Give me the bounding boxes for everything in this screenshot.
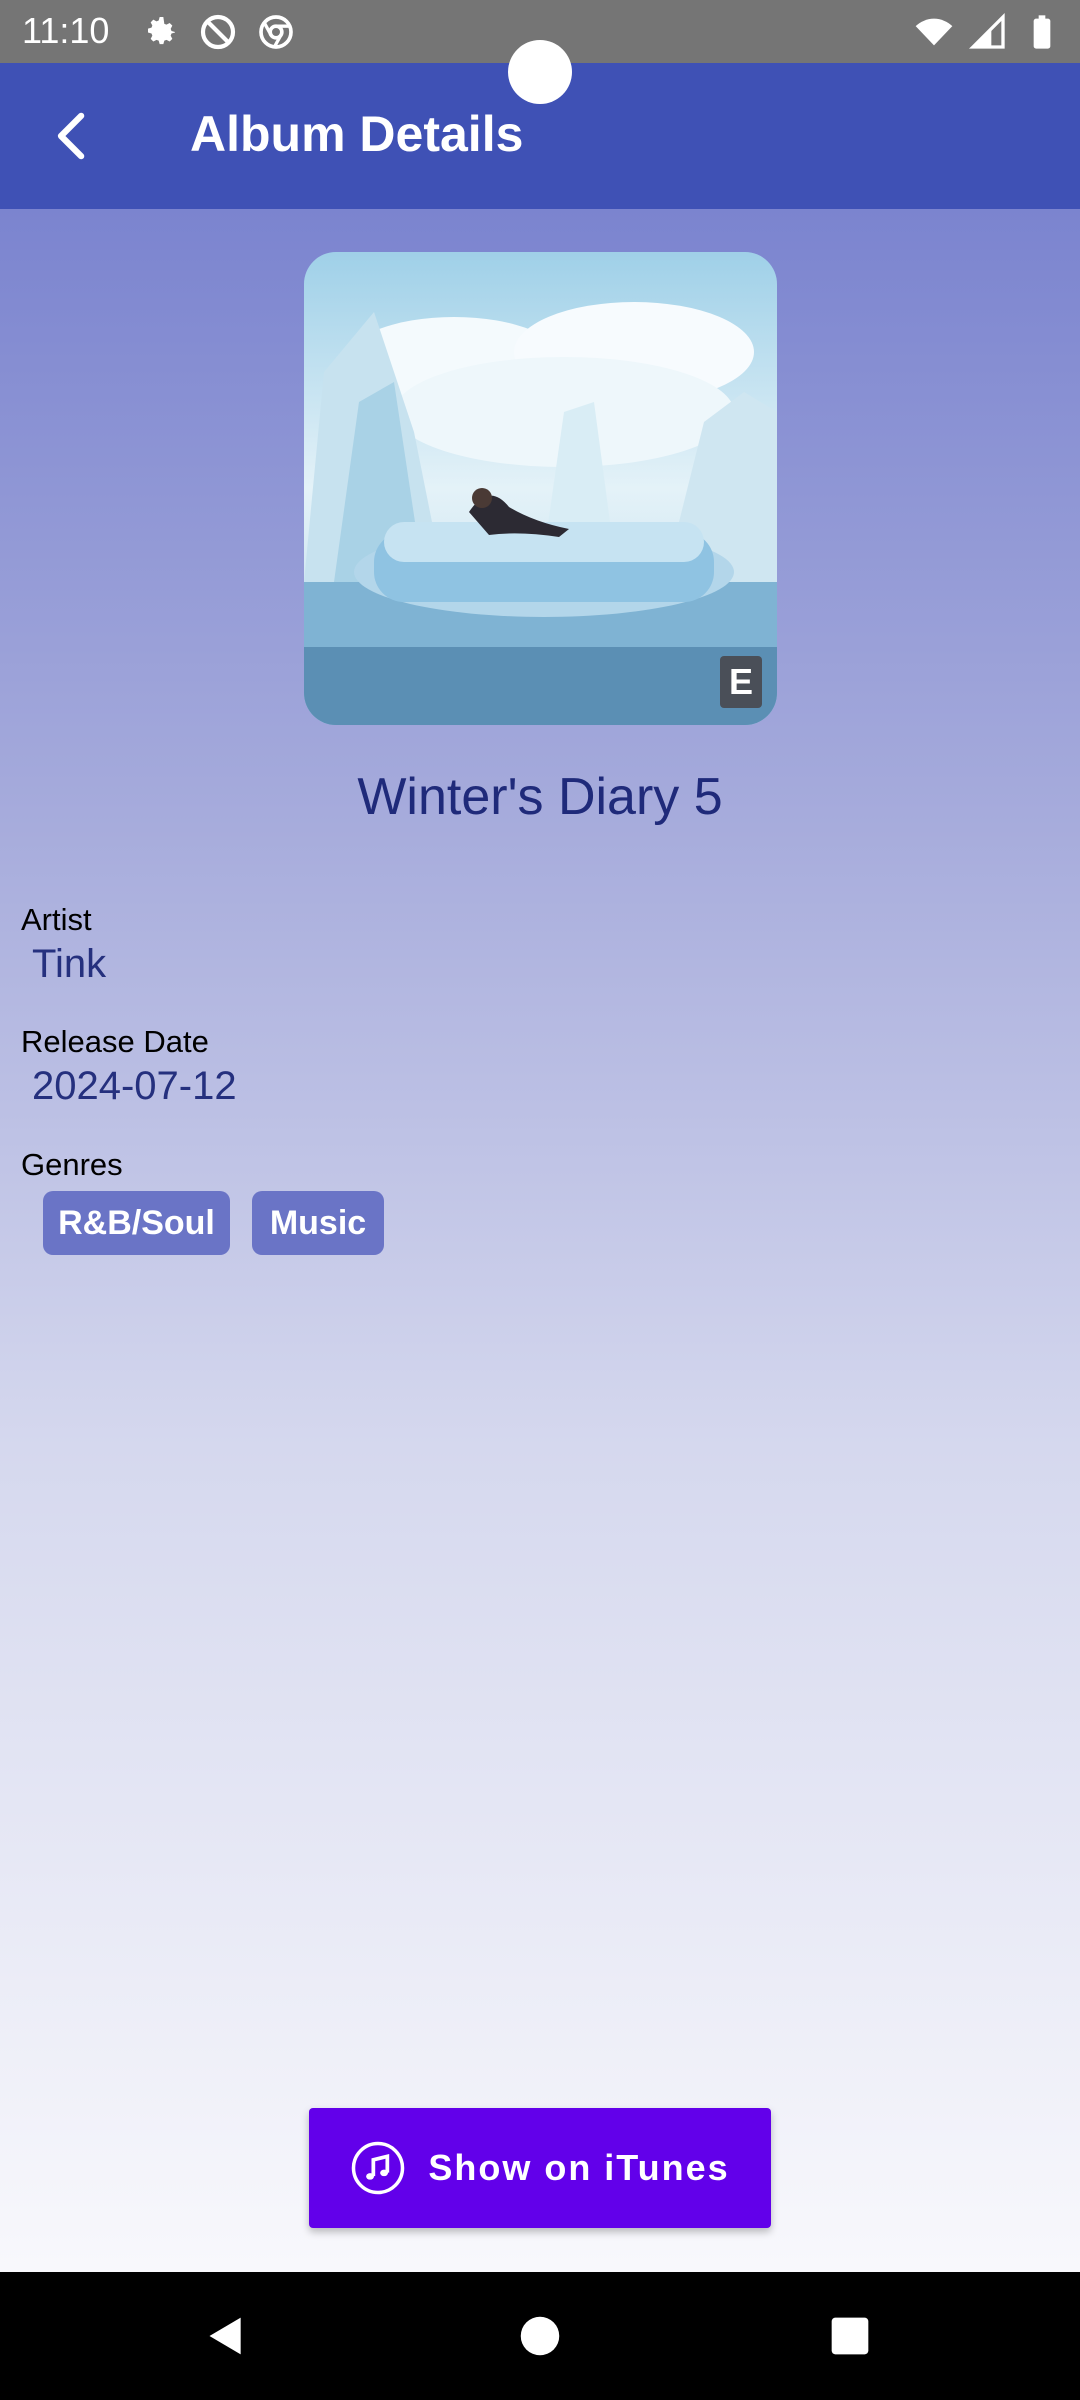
arrow-back-icon: [57, 112, 85, 160]
signal-icon: [968, 12, 1005, 49]
release-date-value: 2024-07-12: [32, 1064, 237, 1108]
settings-icon: [148, 17, 175, 45]
artist-value: Tink: [32, 942, 107, 986]
wifi-icon: [915, 18, 953, 46]
camera-cutout: [508, 40, 572, 104]
do-not-disturb-icon: [200, 14, 236, 50]
nav-recents-button[interactable]: [818, 2304, 882, 2368]
nav-back-button[interactable]: [194, 2304, 258, 2368]
circle-home-icon: [520, 2316, 560, 2356]
square-recents-icon: [831, 2317, 869, 2355]
genre-chip: R&B/Soul: [43, 1191, 230, 1255]
music-note-icon: [352, 2141, 405, 2195]
triangle-back-icon: [209, 2317, 241, 2355]
release-date-label: Release Date: [21, 1024, 209, 1059]
system-navigation-bar: [0, 2272, 1080, 2400]
artist-label: Artist: [21, 902, 92, 937]
show-on-itunes-button[interactable]: Show on iTunes: [309, 2108, 771, 2228]
battery-icon: [1033, 15, 1051, 49]
album-details-content: E Winter's Diary 5 Artist Tink Release D…: [0, 209, 1080, 2272]
explicit-badge: E: [720, 656, 762, 708]
itunes-button-label: Show on iTunes: [428, 2147, 730, 2188]
genre-chip: Music: [252, 1191, 384, 1255]
back-button[interactable]: [36, 100, 108, 172]
album-cover-art: [304, 252, 777, 725]
album-cover: E: [304, 252, 777, 725]
album-title: Winter's Diary 5: [357, 768, 723, 826]
page-title: Album Details: [190, 106, 524, 162]
genres-label: Genres: [21, 1147, 123, 1182]
nav-home-button[interactable]: [508, 2304, 572, 2368]
chrome-icon: [259, 15, 293, 49]
status-time: 11:10: [22, 10, 110, 51]
